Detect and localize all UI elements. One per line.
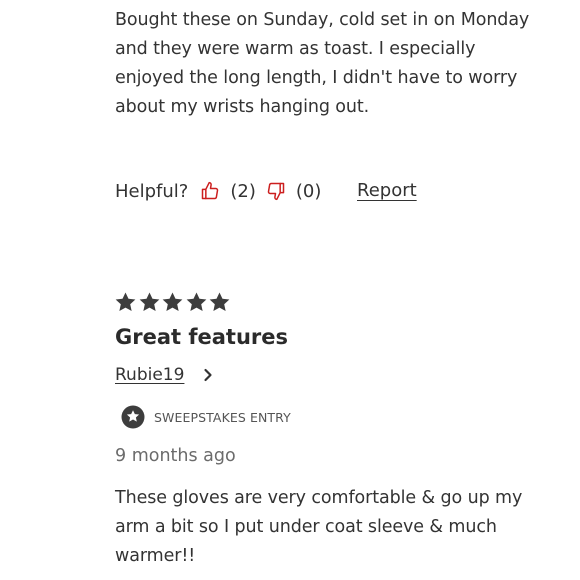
helpful-down-count: (0)	[295, 180, 322, 202]
review-text: These gloves are very comfortable & go u…	[115, 488, 523, 566]
star-icon	[208, 291, 231, 314]
star-icon	[138, 291, 161, 314]
thumbs-up-icon[interactable]	[200, 181, 220, 201]
star-icon	[114, 291, 137, 314]
star-rating	[114, 291, 232, 319]
chevron-right-icon[interactable]	[202, 368, 214, 382]
author-row: Rubie19	[115, 363, 214, 387]
review-title: Great features	[115, 325, 288, 349]
star-badge-icon	[121, 405, 145, 429]
helpful-label: Helpful?	[115, 180, 189, 202]
helpful-row: Helpful? (2) (0) Report	[115, 176, 417, 206]
star-icon	[161, 291, 184, 314]
helpful-up-count: (2)	[230, 180, 256, 202]
star-icon	[185, 291, 208, 314]
thumbs-down-icon[interactable]	[266, 181, 286, 201]
report-link[interactable]: Report	[357, 176, 417, 206]
badge-label: SWEEPSTAKES ENTRY	[154, 409, 291, 425]
review-date: 9 months ago	[115, 446, 236, 466]
author-link[interactable]: Rubie19	[115, 365, 184, 385]
sweepstakes-badge: SWEEPSTAKES ENTRY	[121, 405, 291, 429]
review-text: Bought these on Sunday, cold set in on M…	[115, 10, 530, 117]
